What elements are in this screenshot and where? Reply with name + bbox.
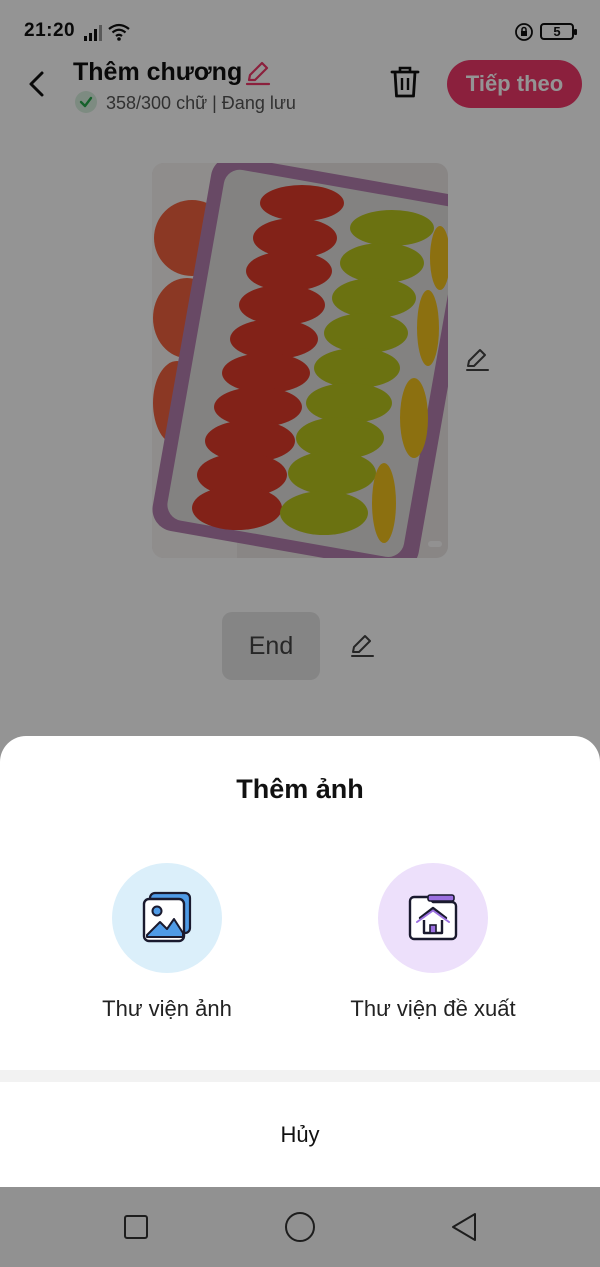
cancel-button[interactable]: Hủy <box>0 1082 600 1187</box>
photo-gallery-circle[interactable] <box>112 863 222 973</box>
sheet-divider <box>0 1070 600 1082</box>
image-gallery-icon <box>142 891 192 943</box>
suggested-library-option[interactable]: Thư viện đề xuất <box>313 863 553 1033</box>
suggested-library-icon <box>408 894 458 941</box>
add-image-sheet: Thêm ảnh Thư viện ảnh Thư viện đề xuất H… <box>0 736 600 1187</box>
suggested-library-label: Thư viện đề xuất <box>350 996 516 1021</box>
photo-gallery-label: Thư viện ảnh <box>102 996 232 1021</box>
suggested-library-circle[interactable] <box>378 863 488 973</box>
photo-gallery-option[interactable]: Thư viện ảnh <box>47 863 287 1033</box>
sheet-title: Thêm ảnh <box>236 774 364 804</box>
